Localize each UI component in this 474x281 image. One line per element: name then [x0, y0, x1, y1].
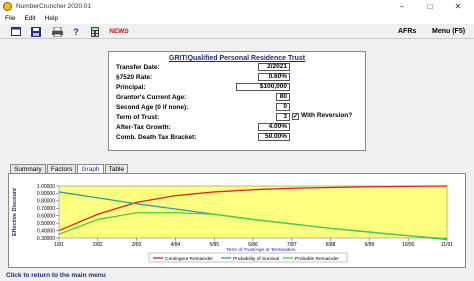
title-bar: NumberCruncher 2020.01 – □ ✕ [0, 0, 474, 13]
y-tick-label: 0.70000 [37, 206, 55, 212]
field-label: Principal: [116, 84, 146, 91]
maximize-icon[interactable]: □ [416, 0, 444, 13]
legend-label: Probable Remainder [295, 256, 339, 262]
afrs-button[interactable]: AFRs [398, 25, 416, 38]
field-label: After-Tax Growth: [116, 124, 171, 131]
form-title: GRIT/Qualified Personal Residence Trust [168, 55, 306, 62]
field-label: Second Age (0 if none): [116, 104, 189, 111]
minimize-icon[interactable]: – [388, 0, 416, 13]
death-tax-bracket-field[interactable]: 50.00% [258, 133, 290, 141]
y-tick-label: 0.50000 [37, 221, 55, 227]
main-menu-button[interactable]: Menu (F5) [432, 25, 465, 38]
menu-bar: File Edit Help [0, 13, 474, 24]
field-label: Comb. Death Tax Bracket: [116, 134, 197, 141]
principal-field[interactable]: $100,000 [236, 83, 290, 91]
window-title: NumberCruncher 2020.01 [16, 3, 92, 10]
field-label: §7520 Rate: [116, 74, 153, 81]
reversion-label: With Reversion? [301, 112, 353, 119]
x-tick-label: 1/81 [54, 242, 64, 248]
plot-area [58, 185, 448, 239]
news-button[interactable]: NEWS [109, 26, 129, 37]
help-icon[interactable]: ? [71, 26, 81, 37]
status-bar[interactable]: Click to return to the main menu [6, 272, 106, 279]
y-axis-label: Effective Discount [12, 188, 18, 236]
x-tick-label: 9/89 [365, 242, 375, 248]
window-icon[interactable] [10, 26, 22, 37]
field-label: Transfer Date: [116, 64, 160, 71]
line-chart: Effective Discount1.000000.900000.800000… [12, 184, 453, 263]
legend-label: Probability of Survival [233, 256, 279, 262]
transfer-date-field[interactable]: 2/2021 [258, 63, 290, 71]
graph-panel: Effective Discount 1.00000 0.90000 0.80000 0… [8, 173, 466, 268]
x-tick-label: 3/83 [132, 242, 142, 248]
y-tick-label: 0.30000 [37, 236, 55, 242]
x-tick-label: 10/90 [402, 242, 415, 248]
x-tick-label: 4/84 [171, 242, 181, 248]
x-tick-label: 8/88 [326, 242, 336, 248]
checkmark-icon: ✔ [292, 114, 299, 120]
legend-label: Contingent Remainder [165, 256, 213, 262]
y-tick-label: 1.00000 [37, 184, 55, 190]
toolbar: ? NEWS AFRs Menu (F5) [0, 24, 474, 39]
y-tick-label: 0.80000 [37, 199, 55, 205]
x-tick-label: 11/91 [441, 242, 453, 248]
second-age-field[interactable]: 0 [276, 103, 290, 111]
app-icon [3, 2, 12, 11]
reversion-checkbox[interactable]: ✔ [292, 113, 299, 120]
x-axis-label: Term of Trust/Age at Termination [226, 247, 296, 253]
print-icon[interactable] [51, 26, 63, 37]
menu-file[interactable]: File [5, 15, 15, 22]
y-tick-label: 0.90000 [37, 191, 55, 197]
field-label: Term of Trust: [116, 114, 160, 121]
x-tick-label: 2/82 [93, 242, 103, 248]
y-tick-label: 0.60000 [37, 214, 55, 220]
y-tick-label: 0.40000 [37, 228, 55, 234]
rate-7520-field[interactable]: 0.60% [258, 73, 290, 81]
after-tax-growth-field[interactable]: 4.00% [258, 123, 290, 131]
grantor-age-field[interactable]: 80 [276, 93, 290, 101]
x-tick-label: 5/85 [209, 242, 219, 248]
field-label: Grantor's Current Age: [116, 94, 187, 101]
close-icon[interactable]: ✕ [444, 0, 472, 13]
menu-help[interactable]: Help [45, 15, 58, 22]
save-icon[interactable] [30, 26, 42, 37]
calculator-icon[interactable] [90, 26, 100, 37]
term-of-trust-field[interactable]: 3 [276, 113, 290, 121]
menu-edit[interactable]: Edit [24, 15, 35, 22]
